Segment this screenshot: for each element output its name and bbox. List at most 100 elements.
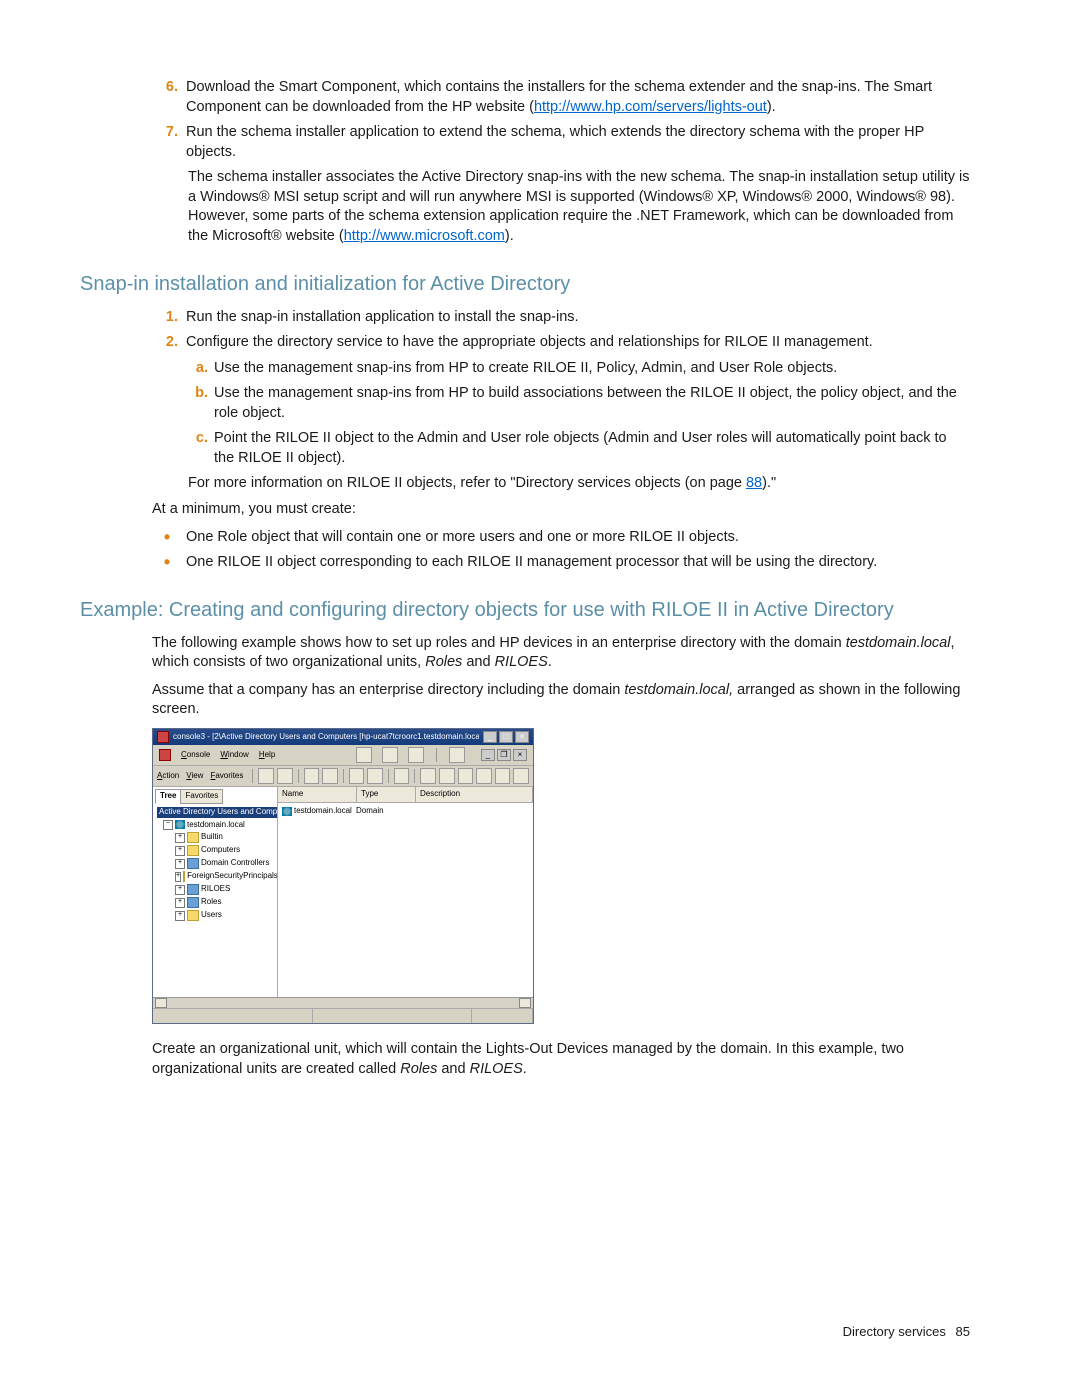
nav-forward-icon[interactable] (277, 768, 293, 784)
heading-snapin: Snap-in installation and initialization … (80, 271, 970, 298)
snap-ref: For more information on RILOE II objects… (80, 474, 970, 494)
close-button[interactable]: × (515, 731, 529, 743)
minimize-button[interactable]: _ (483, 731, 497, 743)
tab-favorites[interactable]: Favorites (180, 789, 223, 804)
list-row-type: Domain (356, 806, 384, 817)
toolbar-favorites[interactable]: Favorites (210, 771, 243, 782)
snap-2c-text: Point the RILOE II object to the Admin a… (214, 429, 970, 468)
tree-fsp[interactable]: +ForeignSecurityPrincipals (155, 870, 275, 883)
step-7-marker: 7. (156, 123, 178, 162)
tree-riloes[interactable]: + RILOES (155, 883, 275, 896)
tree-riloes-label: RILOES (201, 884, 230, 895)
hp-link[interactable]: http://www.hp.com/servers/lights-out (534, 99, 767, 115)
toolbar-view[interactable]: View (186, 771, 203, 782)
ex-p1-domain: testdomain.local (846, 635, 951, 651)
toolbar-open-icon[interactable] (382, 747, 398, 763)
ou-icon (187, 884, 199, 895)
ex-p2-domain: testdomain.local, (624, 682, 733, 698)
child-restore-button[interactable]: ❐ (497, 749, 511, 761)
step-7-p2a: The schema installer associates the Acti… (188, 169, 970, 244)
tree-computers[interactable]: +Computers (155, 844, 275, 857)
filter-icon[interactable] (476, 768, 492, 784)
list-pane: Name Type Description testdomain.local D… (278, 787, 533, 997)
tree-roles[interactable]: +Roles (155, 896, 275, 909)
snap-2a-marker: a. (188, 359, 208, 379)
show-icon[interactable] (322, 768, 338, 784)
ex-p3a: Create an organizational unit, which wil… (152, 1041, 904, 1077)
up-icon[interactable] (304, 768, 320, 784)
list-header-name[interactable]: Name (278, 787, 357, 802)
scroll-left-icon[interactable] (155, 998, 167, 1008)
list-header-type[interactable]: Type (357, 787, 416, 802)
cut-icon[interactable] (349, 768, 365, 784)
bullet-icon: • (156, 553, 178, 573)
snap-1-marker: 1. (156, 308, 178, 328)
help-icon[interactable] (513, 768, 529, 784)
ex-p2a: Assume that a company has an enterprise … (152, 682, 624, 698)
scroll-right-icon[interactable] (519, 998, 531, 1008)
snap-step-2: 2. Configure the directory service to ha… (80, 333, 970, 353)
child-minimize-button[interactable]: _ (481, 749, 495, 761)
ex-p1d: . (548, 654, 552, 670)
users-icon[interactable] (420, 768, 436, 784)
tree-scrollbar[interactable] (153, 997, 533, 1008)
statusbar (153, 1008, 533, 1023)
min-bullet-1: • One Role object that will contain one … (80, 528, 970, 548)
tree-dcs[interactable]: +Domain Controllers (155, 857, 275, 870)
domain-icon (282, 807, 292, 816)
ex-p1a: The following example shows how to set u… (152, 635, 846, 651)
tree-builtin[interactable]: + Builtin (155, 831, 275, 844)
tree-builtin-label: Builtin (201, 832, 223, 843)
step-7-p2: The schema installer associates the Acti… (80, 168, 970, 246)
step-6: 6. Download the Smart Component, which c… (80, 78, 970, 117)
toolbar-save-icon[interactable] (408, 747, 424, 763)
ex-p1-roles: Roles (425, 654, 462, 670)
child-close-button[interactable]: × (513, 749, 527, 761)
expand-icon[interactable]: + (175, 859, 185, 869)
tree-domain[interactable]: − testdomain.local (155, 819, 275, 832)
heading-example: Example: Creating and configuring direct… (80, 597, 970, 624)
groups-icon[interactable] (439, 768, 455, 784)
find-icon[interactable] (495, 768, 511, 784)
page-ref-link[interactable]: 88 (746, 475, 762, 491)
list-header-desc[interactable]: Description (416, 787, 533, 802)
contacts-icon[interactable] (458, 768, 474, 784)
menu-console[interactable]: Console (181, 750, 210, 761)
doc-icon (159, 749, 171, 761)
menu-window[interactable]: Window (220, 750, 248, 761)
window-title: console3 - [2\Active Directory Users and… (173, 732, 479, 743)
expand-icon[interactable]: + (175, 833, 185, 843)
menu-help[interactable]: Help (259, 750, 275, 761)
snap-step-2b: b. Use the management snap-ins from HP t… (80, 384, 970, 423)
tree-users[interactable]: +Users (155, 909, 275, 922)
step-7: 7. Run the schema installer application … (80, 123, 970, 162)
page: 6. Download the Smart Component, which c… (0, 0, 1080, 1397)
expand-icon[interactable]: + (175, 898, 185, 908)
ex-p3-riloes: RILOES (470, 1061, 523, 1077)
expand-icon[interactable]: + (175, 885, 185, 895)
toolbar-new-icon[interactable] (356, 747, 372, 763)
step-6-marker: 6. (156, 78, 178, 117)
snap-step-2a: a. Use the management snap-ins from HP t… (80, 359, 970, 379)
min-b2-text: One RILOE II object corresponding to eac… (186, 553, 970, 573)
toolbar-action[interactable]: Action (157, 771, 179, 782)
expand-icon[interactable]: + (175, 872, 181, 882)
tab-tree[interactable]: Tree (155, 789, 181, 804)
props-icon[interactable] (367, 768, 383, 784)
list-body: testdomain.local Domain (278, 803, 533, 820)
tree-root[interactable]: Active Directory Users and Computers (155, 806, 275, 819)
ex-p3-roles: Roles (400, 1061, 437, 1077)
snap-2b-marker: b. (188, 384, 208, 423)
expand-icon[interactable]: + (175, 846, 185, 856)
nav-back-icon[interactable] (258, 768, 274, 784)
list-row[interactable]: testdomain.local Domain (282, 805, 529, 818)
step-7-p1: Run the schema installer application to … (186, 123, 970, 162)
collapse-icon[interactable]: − (163, 820, 173, 830)
step-6-text-b: ). (767, 99, 776, 115)
ms-link[interactable]: http://www.microsoft.com (344, 228, 505, 244)
expand-icon[interactable]: + (175, 911, 185, 921)
maximize-button[interactable]: □ (499, 731, 513, 743)
refresh-icon[interactable] (394, 768, 410, 784)
snap-step-2c: c. Point the RILOE II object to the Admi… (80, 429, 970, 468)
toolbar-window-icon[interactable] (449, 747, 465, 763)
